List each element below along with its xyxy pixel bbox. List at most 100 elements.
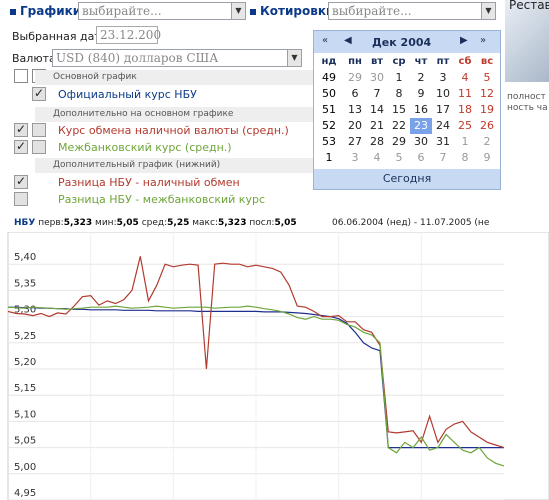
legend-interbank[interactable]: Межбанковский курс (средн.) xyxy=(58,141,232,154)
calendar-day[interactable]: 22 xyxy=(388,118,410,134)
calendar-day[interactable]: 16 xyxy=(410,102,432,118)
y-tick-label: 5,15 xyxy=(14,383,36,394)
week-number: 1 xyxy=(325,151,333,164)
calendar-month: Дек 2004 xyxy=(372,36,432,49)
calendar-day[interactable]: 6 xyxy=(344,86,366,102)
y-tick-label: 5,25 xyxy=(14,331,36,342)
prev-year-icon[interactable]: « xyxy=(322,35,328,46)
calendar-day[interactable]: 14 xyxy=(366,102,388,118)
calendar-day[interactable]: 9 xyxy=(410,86,432,102)
legend-official[interactable]: Официальный курс НБУ xyxy=(58,88,197,101)
y-tick-label: 4,95 xyxy=(14,488,36,499)
y-tick-label: 5,40 xyxy=(14,252,36,263)
rate-chart: 5,405,355,305,255,205,155,105,055,004,95 xyxy=(7,232,549,500)
calendar-day[interactable]: 21 xyxy=(366,118,388,134)
plot-area xyxy=(7,232,549,500)
quotes-link[interactable]: Котировки xyxy=(250,4,334,18)
quotes-select[interactable]: выбирайте... ▼ xyxy=(328,2,496,20)
week-number-header: нд xyxy=(321,56,337,67)
calendar-day[interactable]: 7 xyxy=(366,86,388,102)
calendar-day[interactable]: 11 xyxy=(454,86,476,102)
calendar-day[interactable]: 17 xyxy=(432,102,454,118)
weekday-header: пт xyxy=(436,56,450,67)
calendar-day[interactable]: 30 xyxy=(410,134,432,150)
legend-diff-interbank[interactable]: Разница НБУ - межбанковский курс xyxy=(58,193,265,206)
calendar-day[interactable]: 27 xyxy=(344,134,366,150)
chevron-down-icon[interactable]: ▼ xyxy=(481,3,495,19)
calendar-day[interactable]: 20 xyxy=(344,118,366,134)
calendar-week-row: 52 20 21 22 23 24 25 26 xyxy=(314,118,500,134)
weekday-header: вс xyxy=(480,56,494,67)
calendar-day[interactable]: 19 xyxy=(476,102,498,118)
calendar-week-row: 50 6 7 8 9 10 11 12 xyxy=(314,86,500,102)
calendar-day[interactable]: 4 xyxy=(454,70,476,86)
calendar-day[interactable]: 1 xyxy=(454,134,476,150)
checkbox-interbank-main[interactable] xyxy=(14,139,28,154)
chevron-down-icon[interactable]: ▼ xyxy=(231,3,245,19)
calendar-header: « ◀ Дек 2004 ▶ » xyxy=(314,31,500,53)
calendar-week-row: 53 27 28 29 30 31 1 2 xyxy=(314,134,500,150)
calendar-day[interactable]: 8 xyxy=(454,150,476,166)
next-year-icon[interactable]: » xyxy=(480,35,486,46)
week-number: 53 xyxy=(322,135,336,148)
calendar-day[interactable]: 5 xyxy=(476,70,498,86)
calendar-day[interactable]: 29 xyxy=(344,70,366,86)
week-number: 49 xyxy=(322,71,336,84)
stats-bar: НБУ перв:5,323 мин:5,05 сред:5,25 макс:5… xyxy=(14,218,297,228)
weekday-header: вт xyxy=(370,56,384,67)
weekday-header: пн xyxy=(348,56,362,67)
prev-month-icon[interactable]: ◀ xyxy=(344,35,352,46)
currency-label: Валюта xyxy=(12,52,56,65)
week-number: 50 xyxy=(322,87,336,100)
calendar-day[interactable]: 23 xyxy=(410,118,432,134)
calendar-day[interactable]: 5 xyxy=(388,150,410,166)
today-button[interactable]: Сегодня xyxy=(314,169,500,189)
currency-select[interactable]: USD (840) долларов США ▼ xyxy=(52,49,302,67)
news-image[interactable] xyxy=(505,0,549,82)
calendar-day[interactable]: 15 xyxy=(388,102,410,118)
calendar-day[interactable]: 29 xyxy=(388,134,410,150)
y-tick-label: 5,20 xyxy=(14,357,36,368)
calendar-day[interactable]: 13 xyxy=(344,102,366,118)
calendar-grid: нд пн вт ср чт пт сб вс 49 29 30 1 2 3 4 5 50 6 7 8 9 10 11 12 5… xyxy=(314,54,500,166)
weekday-header: ср xyxy=(392,56,406,67)
chart-type-icon[interactable] xyxy=(14,69,28,83)
calendar-day[interactable]: 25 xyxy=(454,118,476,134)
calendar-day[interactable]: 24 xyxy=(432,118,454,134)
checkbox-diff-cash[interactable] xyxy=(14,174,28,189)
news-title[interactable]: Реставр xyxy=(509,0,549,12)
calendar-day[interactable]: 18 xyxy=(454,102,476,118)
calendar-day[interactable]: 26 xyxy=(476,118,498,134)
legend-cash[interactable]: Курс обмена наличной валюты (средн.) xyxy=(58,124,289,137)
calendar-day[interactable]: 8 xyxy=(388,86,410,102)
weekday-header: чт xyxy=(414,56,428,67)
charts-link[interactable]: Графики xyxy=(10,4,81,18)
calendar-day[interactable]: 30 xyxy=(366,70,388,86)
calendar-day[interactable]: 1 xyxy=(388,70,410,86)
checkbox-diff-interbank[interactable] xyxy=(14,192,28,206)
calendar-day[interactable]: 9 xyxy=(476,150,498,166)
calendar-day[interactable]: 7 xyxy=(432,150,454,166)
next-month-icon[interactable]: ▶ xyxy=(460,35,468,46)
calendar-day[interactable]: 3 xyxy=(432,70,454,86)
charts-select[interactable]: выбирайте... ▼ xyxy=(78,2,246,20)
calendar-day[interactable]: 6 xyxy=(410,150,432,166)
calendar-weekday-header: нд пн вт ср чт пт сб вс xyxy=(314,54,500,70)
calendar-day[interactable]: 4 xyxy=(366,150,388,166)
calendar-week-row: 51 13 14 15 16 17 18 19 xyxy=(314,102,500,118)
week-number: 51 xyxy=(322,103,336,116)
calendar-day[interactable]: 3 xyxy=(344,150,366,166)
calendar-day[interactable]: 10 xyxy=(432,86,454,102)
calendar-day[interactable]: 31 xyxy=(432,134,454,150)
checkbox-official[interactable] xyxy=(32,86,46,101)
calendar-day[interactable]: 12 xyxy=(476,86,498,102)
calendar-day[interactable]: 2 xyxy=(476,134,498,150)
chevron-down-icon[interactable]: ▼ xyxy=(287,50,301,66)
legend-diff-cash[interactable]: Разница НБУ - наличный обмен xyxy=(58,176,240,189)
checkbox-cash-scale[interactable] xyxy=(32,123,46,137)
checkbox-interbank-scale[interactable] xyxy=(32,140,46,154)
calendar-day[interactable]: 28 xyxy=(366,134,388,150)
date-field[interactable]: 23.12.200 xyxy=(96,26,161,44)
checkbox-cash-main[interactable] xyxy=(14,122,28,137)
calendar-day[interactable]: 2 xyxy=(410,70,432,86)
